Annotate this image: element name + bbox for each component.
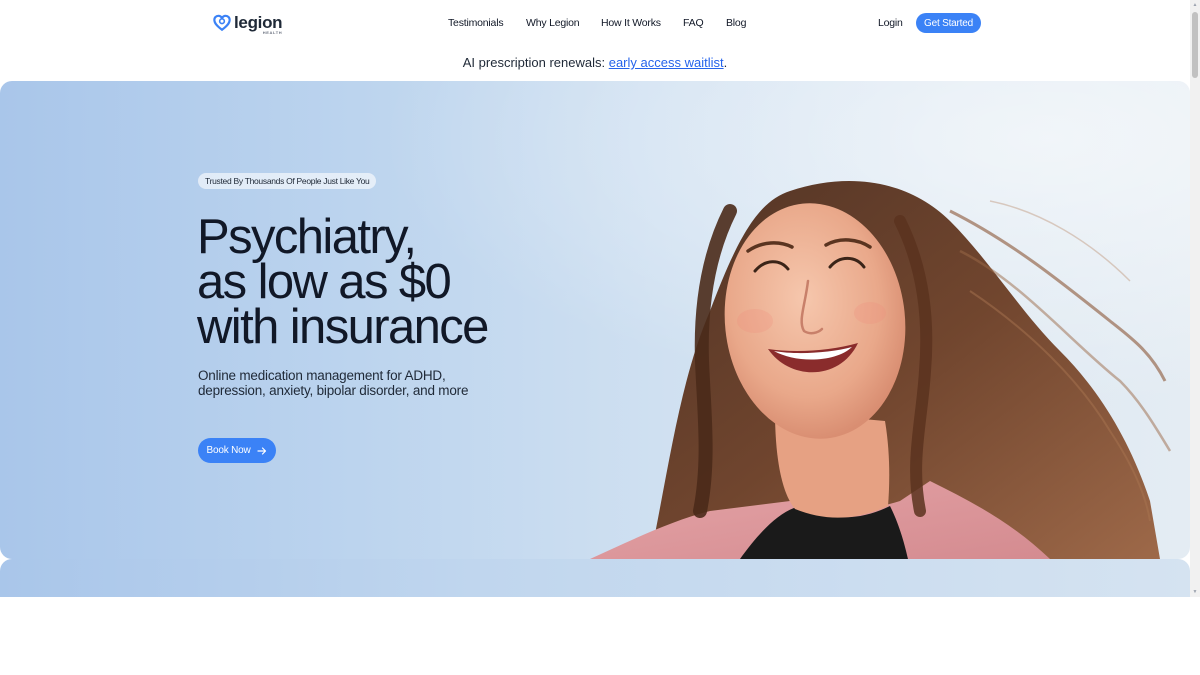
nav-link-how-it-works[interactable]: How It Works [601, 17, 661, 29]
headline-line-2: as low as $0 [197, 255, 452, 309]
brand-subtitle: HEALTH [262, 30, 283, 35]
scrollbar-thumb[interactable] [1192, 12, 1198, 78]
nav-link-faq[interactable]: FAQ [683, 17, 704, 29]
announcement-bar: AI prescription renewals: early access w… [0, 55, 1190, 70]
headline-line-1: Psychiatry, [197, 210, 417, 264]
page: legion HEALTH Testimonials Why Legion Ho… [0, 0, 1190, 675]
nav-link-testimonials[interactable]: Testimonials [448, 17, 504, 29]
next-section-preview [0, 559, 1190, 597]
nav-link-blog[interactable]: Blog [726, 17, 746, 29]
book-now-label: Book Now [206, 445, 251, 456]
trust-badge: Trusted By Thousands Of People Just Like… [198, 173, 377, 189]
heart-logo-icon [213, 14, 231, 32]
hero-subtext: Online medication management for ADHD, d… [198, 368, 469, 398]
hero-section: Trusted By Thousands Of People Just Like… [0, 81, 1190, 559]
smiling-woman-portrait [590, 181, 1172, 559]
page-scrollbar[interactable]: ▲ ▼ [1190, 0, 1200, 597]
brand-name: legion HEALTH [234, 13, 283, 35]
nav-link-why-legion[interactable]: Why Legion [526, 17, 580, 29]
scroll-up-icon[interactable]: ▲ [1192, 2, 1198, 8]
legion-logo[interactable]: legion HEALTH [213, 12, 283, 35]
arrow-right-icon [257, 446, 267, 455]
scroll-down-icon[interactable]: ▼ [1192, 589, 1198, 595]
get-started-button[interactable]: Get Started [916, 13, 981, 33]
waitlist-link[interactable]: early access waitlist [609, 55, 724, 70]
login-link[interactable]: Login [878, 17, 903, 29]
announcement-suffix: . [723, 55, 728, 70]
hero-headline: Psychiatry, as low as $0 with insurance [197, 210, 489, 354]
top-navigation: legion HEALTH Testimonials Why Legion Ho… [0, 0, 1190, 46]
announcement-text: AI prescription renewals: [462, 55, 609, 70]
headline-line-3: with insurance [197, 300, 489, 354]
book-now-button[interactable]: Book Now [198, 438, 276, 463]
